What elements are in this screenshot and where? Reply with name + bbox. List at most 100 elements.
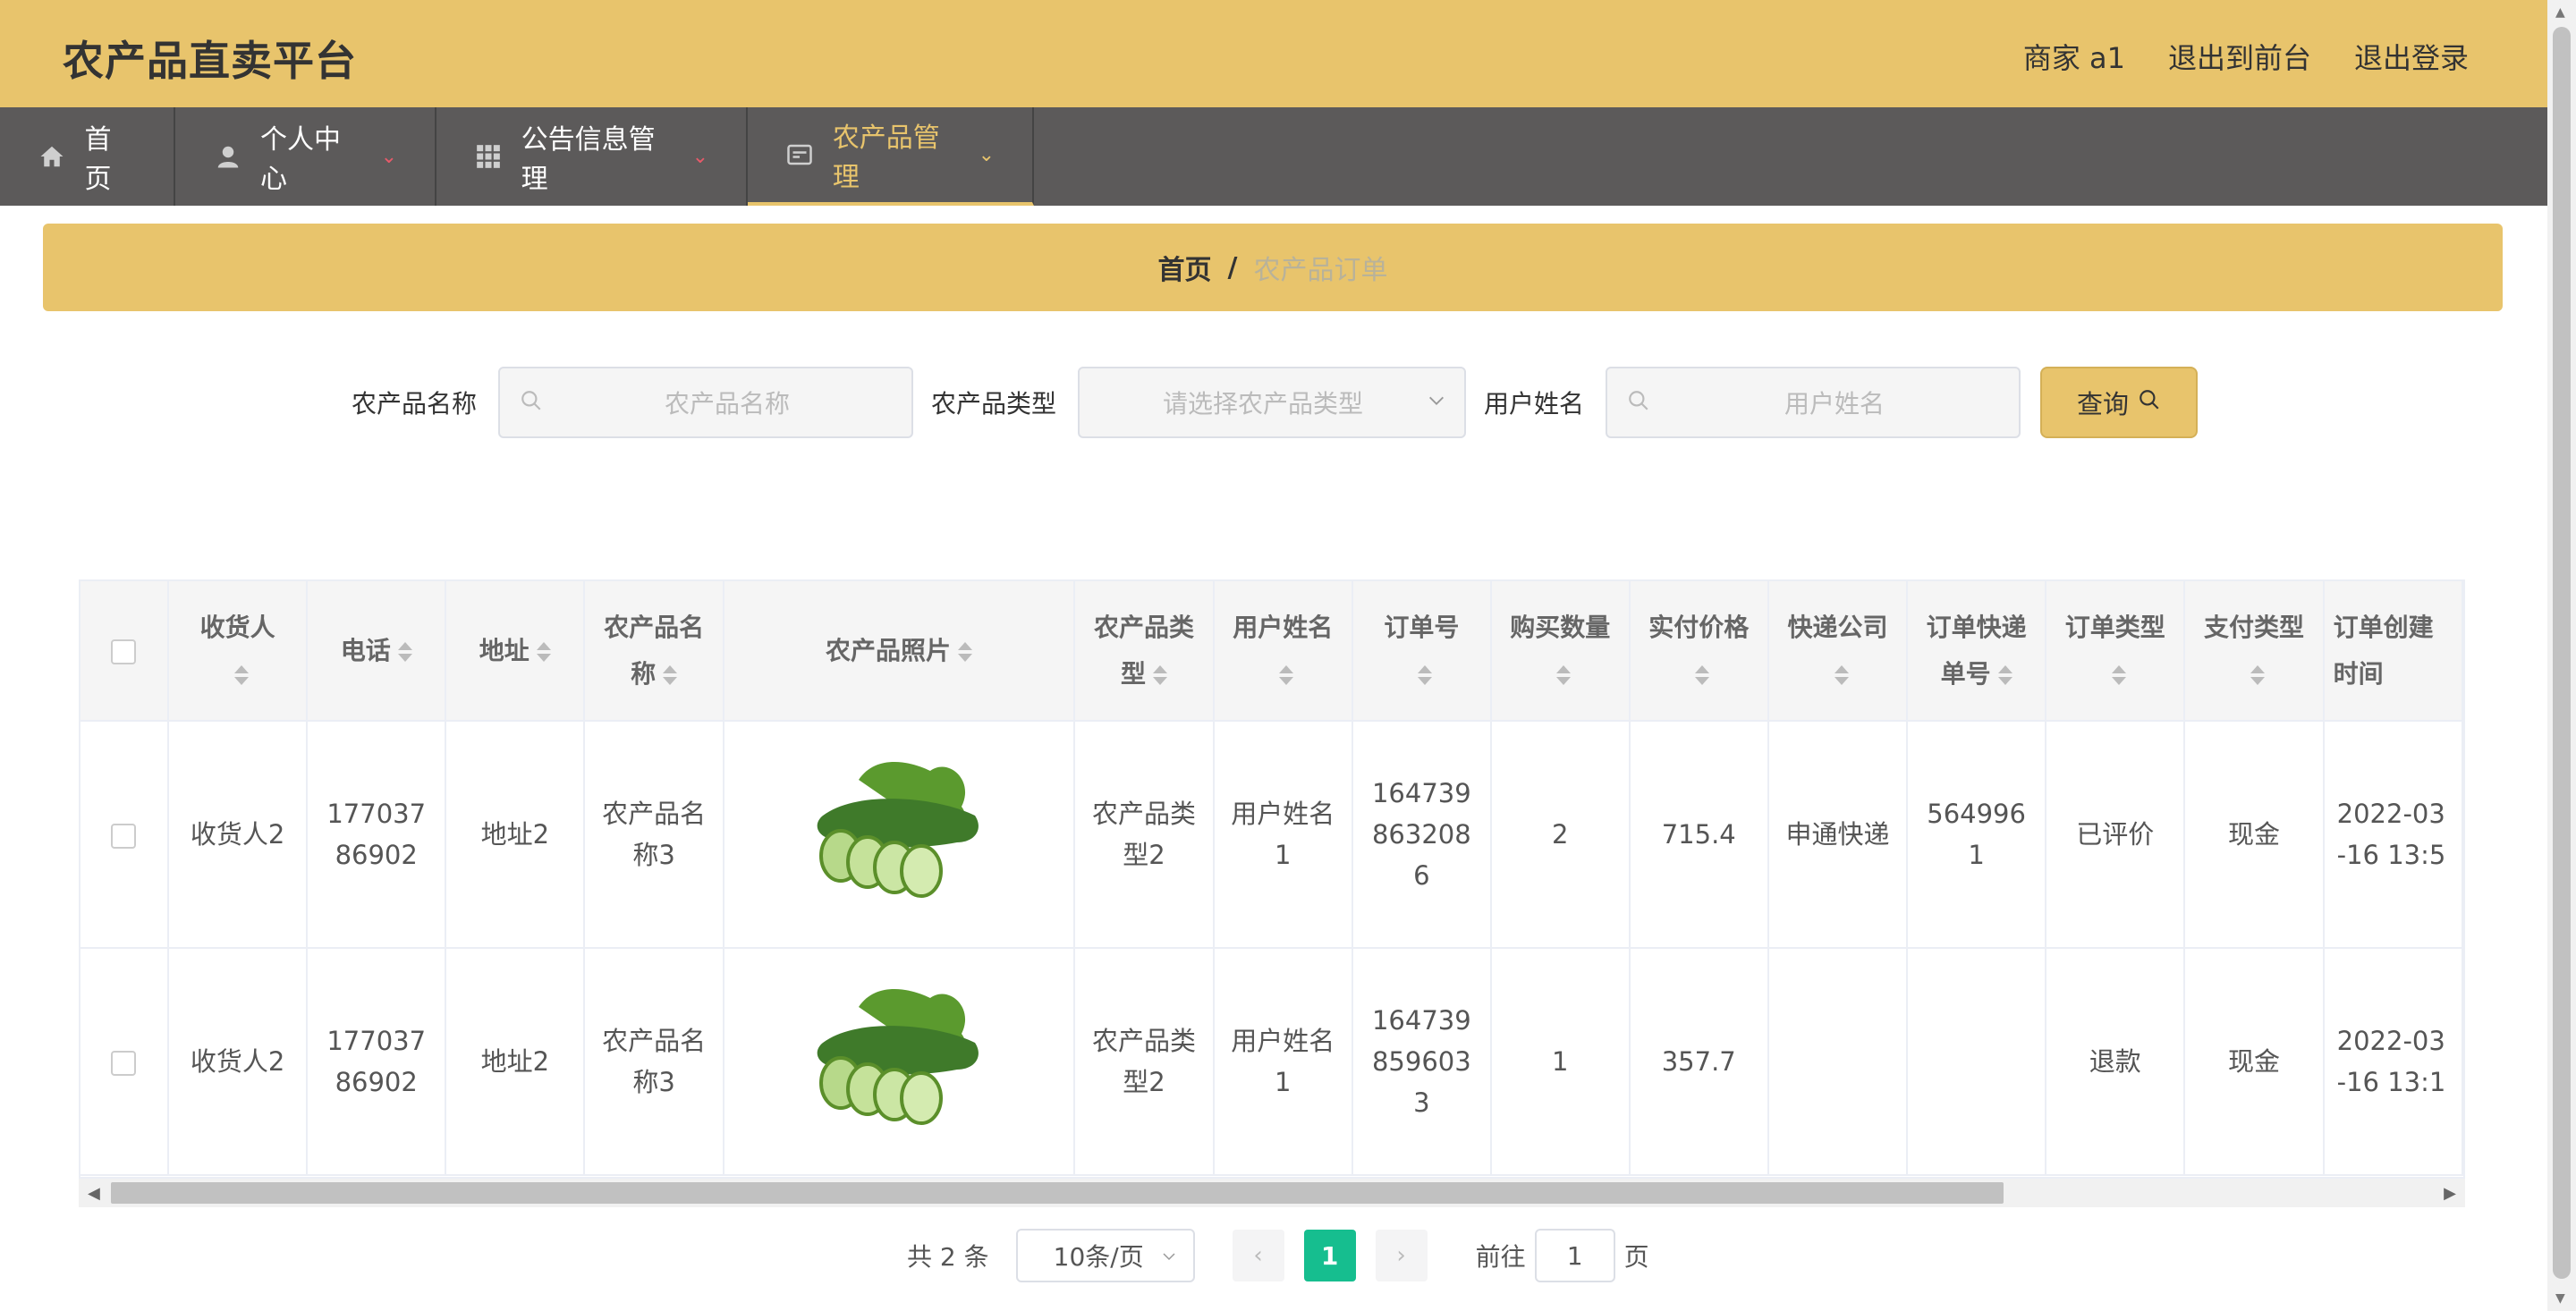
table-cell: 715.4 xyxy=(1629,721,1769,949)
scroll-up-icon[interactable]: ▲ xyxy=(2555,5,2565,20)
col-header[interactable]: 订单类型 xyxy=(2046,581,2186,722)
sort-icon xyxy=(1279,664,1294,685)
sort-icon xyxy=(233,664,249,685)
chevron-down-icon: ⌄ xyxy=(380,145,397,168)
sort-icon xyxy=(1418,664,1433,685)
table-cell: 现金 xyxy=(2184,721,2325,949)
header-actions: 商家 a1 退出到前台 退出登录 xyxy=(2023,36,2469,77)
table-header-row: 收货人 电话 地址 农产品名称 农产品照片 农产品类型 用户姓名 订单号 购买数… xyxy=(80,581,2463,722)
nav-item-notice-management[interactable]: 公告信息管理 ⌄ xyxy=(436,107,748,206)
table-cell: 1647398632086 xyxy=(1352,721,1492,949)
table-cell: 5649961 xyxy=(1907,721,2047,949)
scroll-down-icon[interactable]: ▼ xyxy=(2555,1291,2565,1306)
scroll-right-icon[interactable]: ▶ xyxy=(2444,1184,2456,1203)
sort-icon xyxy=(2111,664,2126,685)
chevron-down-icon xyxy=(1161,1241,1177,1271)
table-cell: 现金 xyxy=(2184,948,2325,1176)
nav-label-home: 首页 xyxy=(84,124,112,195)
table-cell: 申通快递 xyxy=(1767,721,1909,949)
page-size-select[interactable]: 10条/页 xyxy=(1015,1229,1195,1282)
exit-to-front-link[interactable]: 退出到前台 xyxy=(2168,36,2311,77)
table-cell: 农产品名称3 xyxy=(584,721,724,949)
table-cell: 收货人2 xyxy=(167,948,309,1176)
sort-icon xyxy=(1695,664,1710,685)
product-photo-cell xyxy=(723,721,1076,949)
nav-item-personal-center[interactable]: 个人中心 ⌄ xyxy=(175,107,436,206)
breadcrumb-current: 农产品订单 xyxy=(1253,255,1388,286)
col-header[interactable]: 快递公司 xyxy=(1767,581,1909,722)
table-cell: 地址2 xyxy=(445,948,586,1176)
pagination-total: 共 2 条 xyxy=(907,1242,989,1272)
table-cell: 用户姓名1 xyxy=(1213,948,1353,1176)
row-checkbox[interactable] xyxy=(111,1051,137,1076)
col-header[interactable]: 订单快递单号 xyxy=(1907,581,2047,722)
table-cell: 农产品类型2 xyxy=(1074,948,1215,1176)
scrollbar-thumb[interactable] xyxy=(111,1182,2004,1204)
col-header[interactable]: 农产品照片 xyxy=(723,581,1076,722)
orders-table: 收货人 电话 地址 农产品名称 农产品照片 农产品类型 用户姓名 订单号 购买数… xyxy=(79,579,2465,1179)
table-horizontal-scrollbar[interactable]: ◀ ▶ xyxy=(79,1179,2465,1207)
sort-icon xyxy=(1556,664,1572,685)
pagination: 共 2 条 10条/页 ‹ 1 › 前往 1 页 xyxy=(907,1229,1649,1282)
select-all-checkbox[interactable] xyxy=(111,639,137,664)
search-bar: 农产品名称 农产品名称 农产品类型 请选择农产品类型 用户姓名 用户姓名 查询 xyxy=(352,367,2199,438)
nav-item-home[interactable]: 首页 xyxy=(0,107,175,206)
chevron-down-icon xyxy=(1427,391,1446,414)
col-header[interactable]: 购买数量 xyxy=(1490,581,1631,722)
prev-page-button[interactable]: ‹ xyxy=(1232,1230,1284,1281)
product-type-placeholder: 请选择农产品类型 xyxy=(1163,389,1364,419)
col-header[interactable]: 订单创建时间 xyxy=(2323,581,2463,722)
merchant-user: 商家 a1 xyxy=(2022,41,2125,75)
breadcrumb-home[interactable]: 首页 xyxy=(1158,248,1212,287)
user-icon xyxy=(213,141,242,172)
col-header[interactable]: 地址 xyxy=(445,581,586,722)
nav-label-notice-management: 公告信息管理 xyxy=(521,124,656,195)
table-cell: 2022-03-16 13:5 xyxy=(2323,721,2463,949)
col-header[interactable]: 农产品名称 xyxy=(584,581,724,722)
product-type-select[interactable]: 请选择农产品类型 xyxy=(1078,367,1467,438)
row-select-cell xyxy=(80,948,169,1176)
product-name-input[interactable]: 农产品名称 xyxy=(498,367,914,438)
table-cell: 17703786902 xyxy=(307,948,447,1176)
search-icon xyxy=(1627,389,1650,416)
col-header[interactable]: 用户姓名 xyxy=(1213,581,1353,722)
product-name-label: 农产品名称 xyxy=(352,389,478,419)
sort-icon xyxy=(958,641,973,662)
nav-item-product-management[interactable]: 农产品管理 ⌄ xyxy=(748,107,1034,206)
top-header: 农产品直卖平台 商家 a1 退出到前台 退出登录 xyxy=(0,0,2547,107)
sort-icon xyxy=(397,641,412,662)
row-checkbox[interactable] xyxy=(111,824,137,849)
chevron-down-icon: ⌄ xyxy=(978,143,995,166)
table-cell: 农产品类型2 xyxy=(1074,721,1215,949)
scroll-left-icon[interactable]: ◀ xyxy=(88,1184,100,1203)
table-cell: 地址2 xyxy=(445,721,586,949)
table-cell: 357.7 xyxy=(1629,948,1769,1176)
goto-page-input[interactable]: 1 xyxy=(1534,1229,1615,1282)
col-header[interactable]: 订单号 xyxy=(1352,581,1492,722)
col-header[interactable]: 支付类型 xyxy=(2184,581,2325,722)
chevron-left-icon: ‹ xyxy=(1253,1242,1263,1269)
goto-page-value: 1 xyxy=(1566,1240,1583,1271)
page-vertical-scrollbar[interactable]: ▲ ▼ xyxy=(2547,0,2576,1311)
chevron-down-icon: ⌄ xyxy=(691,145,708,168)
table-cell: 收货人2 xyxy=(167,721,309,949)
col-header[interactable]: 电话 xyxy=(307,581,447,722)
nav-label-personal-center: 个人中心 xyxy=(260,124,342,195)
table-cell: 1 xyxy=(1490,948,1631,1176)
query-button[interactable]: 查询 xyxy=(2040,367,2199,438)
search-icon xyxy=(520,389,543,416)
chevron-right-icon: › xyxy=(1396,1242,1406,1269)
query-button-label: 查询 xyxy=(2077,389,2130,419)
user-name-label: 用户姓名 xyxy=(1484,389,1585,419)
user-name-input[interactable]: 用户姓名 xyxy=(1606,367,2021,438)
col-header[interactable]: 收货人 xyxy=(167,581,309,722)
select-all-cell xyxy=(80,581,169,722)
product-photo-cell xyxy=(723,948,1076,1176)
table-cell: 2 xyxy=(1490,721,1631,949)
next-page-button[interactable]: › xyxy=(1375,1230,1428,1281)
col-header[interactable]: 农产品类型 xyxy=(1074,581,1215,722)
page-scrollbar-thumb[interactable] xyxy=(2553,27,2571,1279)
col-header[interactable]: 实付价格 xyxy=(1629,581,1769,722)
page-number-current[interactable]: 1 xyxy=(1303,1230,1356,1281)
logout-link[interactable]: 退出登录 xyxy=(2354,36,2469,77)
